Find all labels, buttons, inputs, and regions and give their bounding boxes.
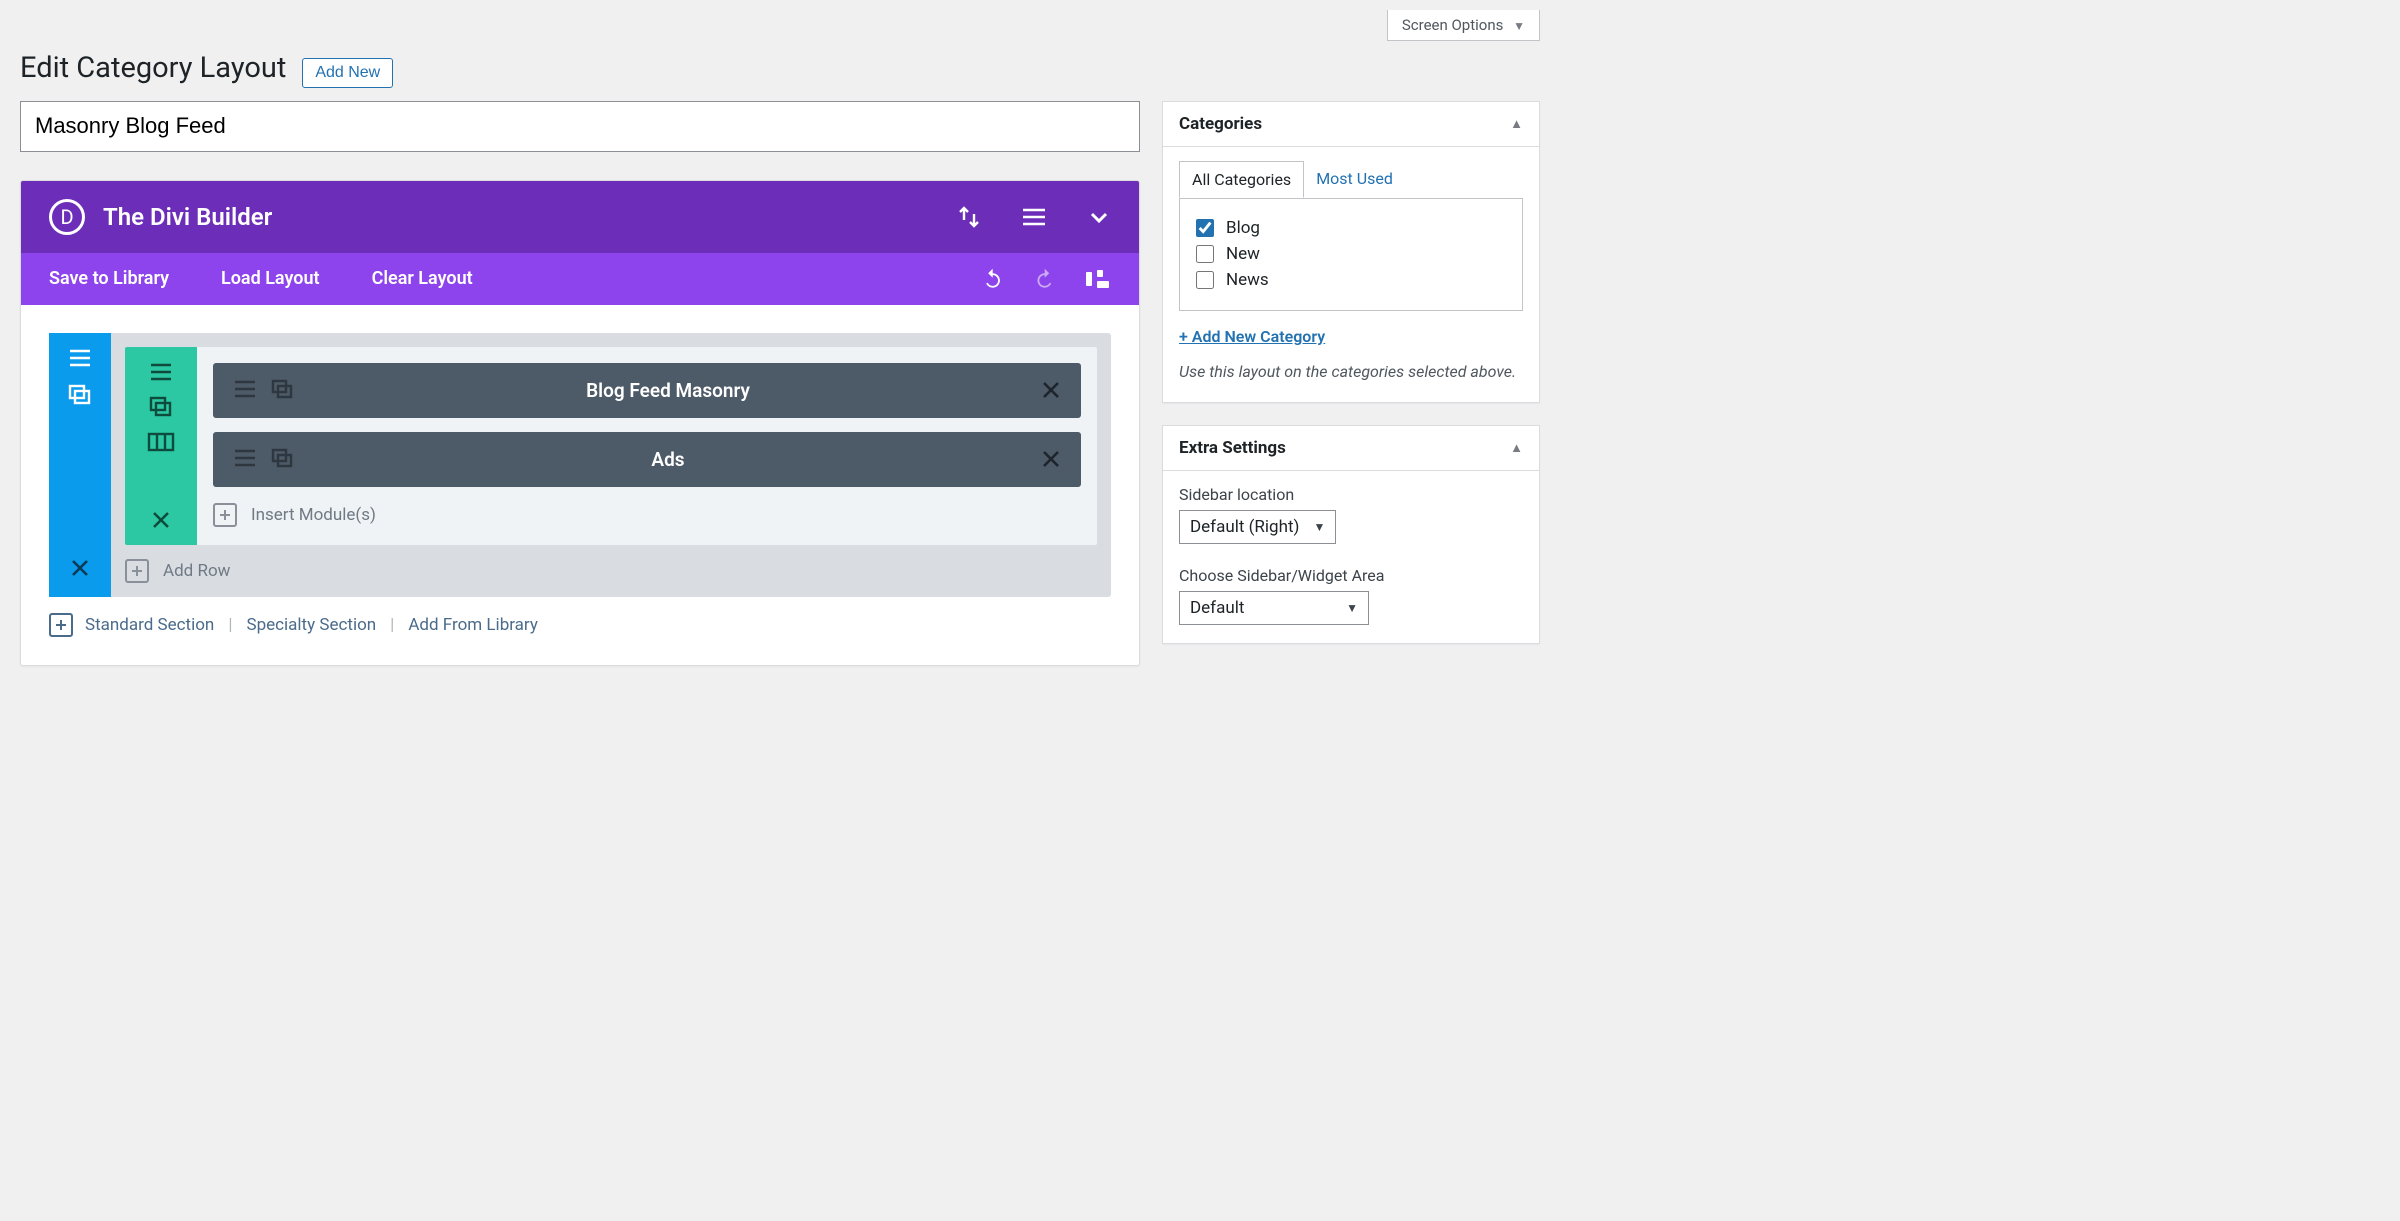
layout-title-input[interactable] xyxy=(20,101,1140,152)
portability-icon[interactable] xyxy=(1085,267,1111,291)
widget-area-value: Default xyxy=(1190,598,1244,618)
screen-options-label: Screen Options xyxy=(1402,16,1504,34)
close-icon[interactable] xyxy=(1041,449,1061,469)
swap-icon[interactable] xyxy=(957,205,981,229)
columns-icon[interactable] xyxy=(147,431,175,453)
category-checkbox[interactable] xyxy=(1196,245,1214,263)
duplicate-icon[interactable] xyxy=(67,383,93,407)
duplicate-icon[interactable] xyxy=(148,395,174,419)
category-item[interactable]: News xyxy=(1196,270,1506,290)
close-icon[interactable] xyxy=(69,557,91,579)
divi-builder-panel: D The Divi Builder xyxy=(20,180,1140,666)
save-to-library-button[interactable]: Save to Library xyxy=(49,268,169,289)
add-from-library-label: Add From Library xyxy=(408,615,538,635)
widget-area-label: Choose Sidebar/Widget Area xyxy=(1179,566,1523,585)
category-item[interactable]: Blog xyxy=(1196,218,1506,238)
menu-icon[interactable] xyxy=(233,448,257,470)
menu-icon[interactable] xyxy=(67,347,93,369)
sidebar-location-label: Sidebar location xyxy=(1179,485,1523,504)
duplicate-icon[interactable] xyxy=(271,448,295,470)
redo-icon[interactable] xyxy=(1033,267,1057,291)
chevron-down-icon: ▼ xyxy=(1513,19,1525,33)
specialty-section-label: Specialty Section xyxy=(246,615,376,635)
separator: | xyxy=(228,615,232,635)
category-item[interactable]: New xyxy=(1196,244,1506,264)
category-label: News xyxy=(1226,270,1269,290)
panel-toggle-icon[interactable]: ▲ xyxy=(1510,116,1523,132)
panel-toggle-icon[interactable]: ▲ xyxy=(1510,440,1523,456)
tab-most-used[interactable]: Most Used xyxy=(1304,161,1405,198)
categories-panel: Categories ▲ All Categories Most Used Bl… xyxy=(1162,101,1540,403)
divi-toolbar: Save to Library Load Layout Clear Layout xyxy=(21,253,1139,305)
category-checkbox[interactable] xyxy=(1196,271,1214,289)
close-icon[interactable] xyxy=(1041,380,1061,400)
module-item[interactable]: Blog Feed Masonry xyxy=(213,363,1081,418)
row: Blog Feed Masonry xyxy=(125,347,1097,545)
plus-icon xyxy=(213,503,237,527)
module-label: Ads xyxy=(295,448,1041,471)
row-handle[interactable] xyxy=(125,347,197,545)
chevron-down-icon: ▼ xyxy=(1346,601,1358,615)
section: Blog Feed Masonry xyxy=(49,333,1111,597)
standard-section-label: Standard Section xyxy=(85,615,214,635)
standard-section-button[interactable]: Standard Section xyxy=(49,613,214,637)
categories-hint: Use this layout on the categories select… xyxy=(1179,360,1523,384)
plus-icon xyxy=(125,559,149,583)
category-checkbox[interactable] xyxy=(1196,219,1214,237)
chevron-down-icon: ▼ xyxy=(1313,520,1325,534)
chevron-down-icon[interactable] xyxy=(1087,205,1111,229)
insert-module-button[interactable]: Insert Module(s) xyxy=(213,501,1081,529)
insert-module-label: Insert Module(s) xyxy=(251,505,376,525)
tab-all-categories[interactable]: All Categories xyxy=(1179,161,1304,198)
screen-options-button[interactable]: Screen Options ▼ xyxy=(1387,10,1540,41)
add-from-library-button[interactable]: Add From Library xyxy=(408,615,538,635)
categories-header: Categories xyxy=(1179,114,1510,134)
plus-icon xyxy=(49,613,73,637)
divi-logo-icon: D xyxy=(49,199,85,235)
divi-title: The Divi Builder xyxy=(103,203,957,231)
sidebar-location-select[interactable]: Default (Right) ▼ xyxy=(1179,510,1336,544)
duplicate-icon[interactable] xyxy=(271,379,295,401)
load-layout-button[interactable]: Load Layout xyxy=(221,268,320,289)
undo-icon[interactable] xyxy=(981,267,1005,291)
section-handle[interactable] xyxy=(49,333,111,597)
separator: | xyxy=(390,615,394,635)
divi-header: D The Divi Builder xyxy=(21,181,1139,253)
module-label: Blog Feed Masonry xyxy=(295,379,1041,402)
close-icon[interactable] xyxy=(150,509,172,531)
add-new-button[interactable]: Add New xyxy=(302,58,393,88)
menu-icon[interactable] xyxy=(148,361,174,383)
extra-settings-header: Extra Settings xyxy=(1179,438,1510,458)
category-label: Blog xyxy=(1226,218,1260,238)
clear-layout-button[interactable]: Clear Layout xyxy=(372,268,473,289)
sidebar-location-value: Default (Right) xyxy=(1190,517,1299,537)
menu-icon[interactable] xyxy=(233,379,257,401)
module-item[interactable]: Ads xyxy=(213,432,1081,487)
add-row-label: Add Row xyxy=(163,561,230,581)
extra-settings-panel: Extra Settings ▲ Sidebar location Defaul… xyxy=(1162,425,1540,644)
widget-area-select[interactable]: Default ▼ xyxy=(1179,591,1369,625)
page-title: Edit Category Layout xyxy=(20,51,286,85)
specialty-section-button[interactable]: Specialty Section xyxy=(246,615,376,635)
category-label: New xyxy=(1226,244,1260,264)
add-row-button[interactable]: Add Row xyxy=(125,559,1097,583)
add-new-category-link[interactable]: + Add New Category xyxy=(1179,327,1325,346)
menu-icon[interactable] xyxy=(1021,205,1047,229)
